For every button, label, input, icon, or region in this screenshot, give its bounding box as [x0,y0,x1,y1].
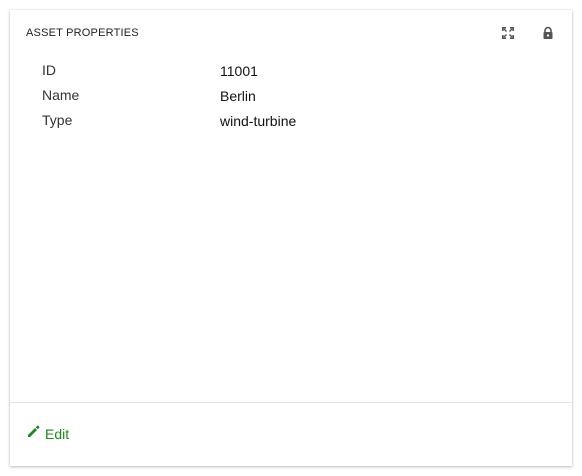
property-value-id: 11001 [220,63,258,79]
expand-icon[interactable] [501,26,515,40]
card-footer: Edit [10,402,572,466]
property-key-type: Type [42,112,73,128]
property-row: Type wind-turbine [42,112,542,137]
properties-list: ID 11001 Name Berlin Type wind-turbine [42,62,542,137]
asset-properties-card: ASSET PROPERTIES ID 11001 Name Berlin Ty… [10,10,572,466]
property-row: ID 11001 [42,62,542,87]
lock-icon[interactable] [541,26,555,40]
pencil-icon [27,425,40,443]
property-key-name: Name [42,87,80,103]
card-header: ASSET PROPERTIES [10,10,572,56]
property-row: Name Berlin [42,87,542,112]
property-key-id: ID [42,62,56,78]
edit-button[interactable]: Edit [27,425,69,443]
edit-label: Edit [45,426,70,442]
property-value-type: wind-turbine [220,113,297,129]
card-title: ASSET PROPERTIES [26,27,139,39]
property-value-name: Berlin [220,88,256,104]
